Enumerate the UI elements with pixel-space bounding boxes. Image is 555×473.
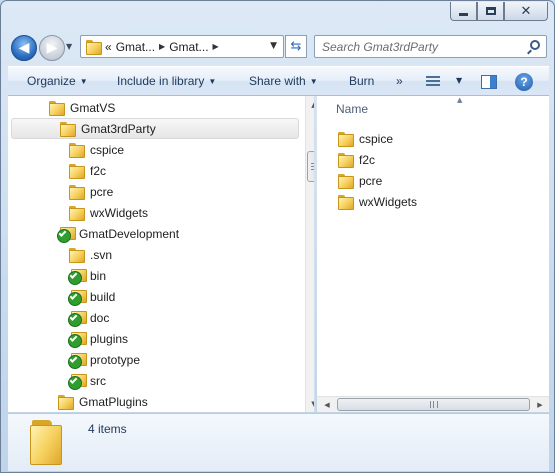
organize-button[interactable]: Organize ▼ (27, 74, 88, 88)
list-item[interactable]: f2c (337, 150, 375, 170)
svn-folder-icon (68, 331, 87, 348)
minimize-button[interactable] (450, 2, 477, 21)
burn-button[interactable]: Burn (349, 74, 374, 88)
breadcrumb-item[interactable]: Gmat... (169, 40, 208, 54)
folder-icon (28, 420, 64, 465)
tree-item[interactable]: prototype (68, 349, 140, 370)
list-item[interactable]: pcre (337, 171, 382, 191)
scroll-up-icon[interactable]: ▲ (306, 96, 314, 113)
svn-folder-icon (68, 352, 87, 369)
folder-icon (68, 205, 85, 221)
share-with-button[interactable]: Share with ▼ (249, 74, 318, 88)
preview-pane-icon[interactable] (481, 75, 497, 89)
tree-item[interactable]: build (68, 286, 115, 307)
tree-item[interactable]: plugins (68, 328, 128, 349)
explorer-window: ✕ ◀ ▶ ▼ « Gmat... ▶ Gmat... ▶ ▼ ⇆ Organi… (0, 0, 555, 473)
address-dropdown-icon[interactable]: ▼ (270, 41, 277, 51)
folder-icon (68, 163, 85, 179)
forward-arrow-icon: ▶ (46, 40, 58, 56)
change-view-icon[interactable] (426, 76, 440, 88)
item-count: 4 items (88, 422, 127, 436)
tree-item[interactable]: GmatVS (48, 97, 115, 118)
breadcrumb-overflow[interactable]: « (105, 40, 112, 54)
tree-item[interactable]: cspice (68, 139, 124, 160)
tree-item[interactable]: f2c (68, 160, 106, 181)
scrollbar-thumb[interactable] (307, 151, 314, 182)
breadcrumb-chevron-icon[interactable]: ▶ (213, 42, 219, 51)
details-pane: 4 items (8, 413, 549, 471)
folder-icon (337, 153, 354, 168)
dropdown-caret-icon: ▼ (309, 77, 318, 86)
svn-folder-icon (57, 226, 76, 243)
close-icon: ✕ (520, 3, 532, 19)
content-pane: ▲ Name cspice f2c pcre wxWidgets (317, 96, 549, 412)
maximize-icon (485, 7, 496, 15)
scroll-down-icon[interactable]: ▼ (306, 395, 314, 412)
scroll-left-icon[interactable]: ◀ (319, 397, 335, 412)
svn-folder-icon (68, 373, 87, 390)
back-button[interactable]: ◀ (11, 35, 37, 61)
content-pane-horizontal-scrollbar[interactable]: ◀ ▶ (317, 396, 549, 412)
address-bar[interactable]: « Gmat... ▶ Gmat... ▶ ▼ (80, 35, 284, 58)
search-input[interactable] (315, 36, 515, 57)
refresh-button[interactable]: ⇆ (285, 35, 307, 58)
help-icon[interactable]: ? (515, 73, 533, 91)
minimize-icon (459, 12, 468, 16)
tree-item[interactable]: wxWidgets (68, 202, 148, 223)
tree-item[interactable]: doc (68, 307, 109, 328)
more-commands-button[interactable]: » (396, 74, 403, 88)
column-header-name[interactable]: Name (336, 102, 368, 116)
tree-item[interactable]: pcre (68, 181, 113, 202)
breadcrumb-item[interactable]: Gmat... (116, 40, 155, 54)
include-in-library-button[interactable]: Include in library ▼ (117, 74, 216, 88)
forward-button[interactable]: ▶ (39, 35, 65, 61)
folder-icon (59, 121, 76, 137)
folder-icon (48, 100, 65, 116)
close-button[interactable]: ✕ (504, 2, 548, 21)
caption-buttons: ✕ (450, 2, 548, 21)
recent-pages-dropdown-icon[interactable]: ▼ (66, 42, 78, 54)
maximize-button[interactable] (477, 2, 504, 21)
tree-item[interactable]: bin (68, 265, 106, 286)
tree-item-selected[interactable]: Gmat3rdParty (11, 118, 299, 139)
back-arrow-icon: ◀ (18, 40, 30, 56)
tree-item[interactable]: GmatPlugins (57, 391, 148, 412)
search-icon[interactable] (530, 40, 540, 50)
folder-icon (57, 394, 74, 410)
folder-icon (337, 195, 354, 210)
folder-icon (68, 142, 85, 158)
list-item[interactable]: wxWidgets (337, 192, 417, 212)
folder-icon (68, 247, 85, 263)
search-box[interactable] (314, 35, 547, 58)
tree-item[interactable]: src (68, 370, 106, 391)
svn-folder-icon (68, 289, 87, 306)
sort-ascending-icon: ▲ (457, 96, 463, 104)
folder-icon (337, 174, 354, 189)
svn-folder-icon (68, 310, 87, 327)
scrollbar-thumb[interactable] (337, 398, 530, 411)
folder-icon (337, 132, 354, 147)
tree-item[interactable]: GmatDevelopment (57, 223, 179, 244)
folder-icon (68, 184, 85, 200)
navigation-pane: GmatVS Gmat3rdParty cspice f2c pcre wxWi… (8, 96, 315, 412)
dropdown-caret-icon: ▼ (79, 77, 88, 86)
svn-folder-icon (68, 268, 87, 285)
refresh-icon: ⇆ (290, 39, 302, 54)
view-dropdown-icon[interactable]: ▼ (456, 76, 462, 85)
list-item[interactable]: cspice (337, 129, 393, 149)
scroll-right-icon[interactable]: ▶ (532, 397, 548, 412)
command-bar: Organize ▼ Include in library ▼ Share with… (8, 66, 549, 96)
folder-icon (85, 39, 102, 55)
dropdown-caret-icon: ▼ (208, 77, 217, 86)
navigation-pane-scrollbar[interactable]: ▲ ▼ (305, 96, 314, 412)
breadcrumb-chevron-icon[interactable]: ▶ (159, 42, 165, 51)
tree-item[interactable]: .svn (68, 244, 112, 265)
